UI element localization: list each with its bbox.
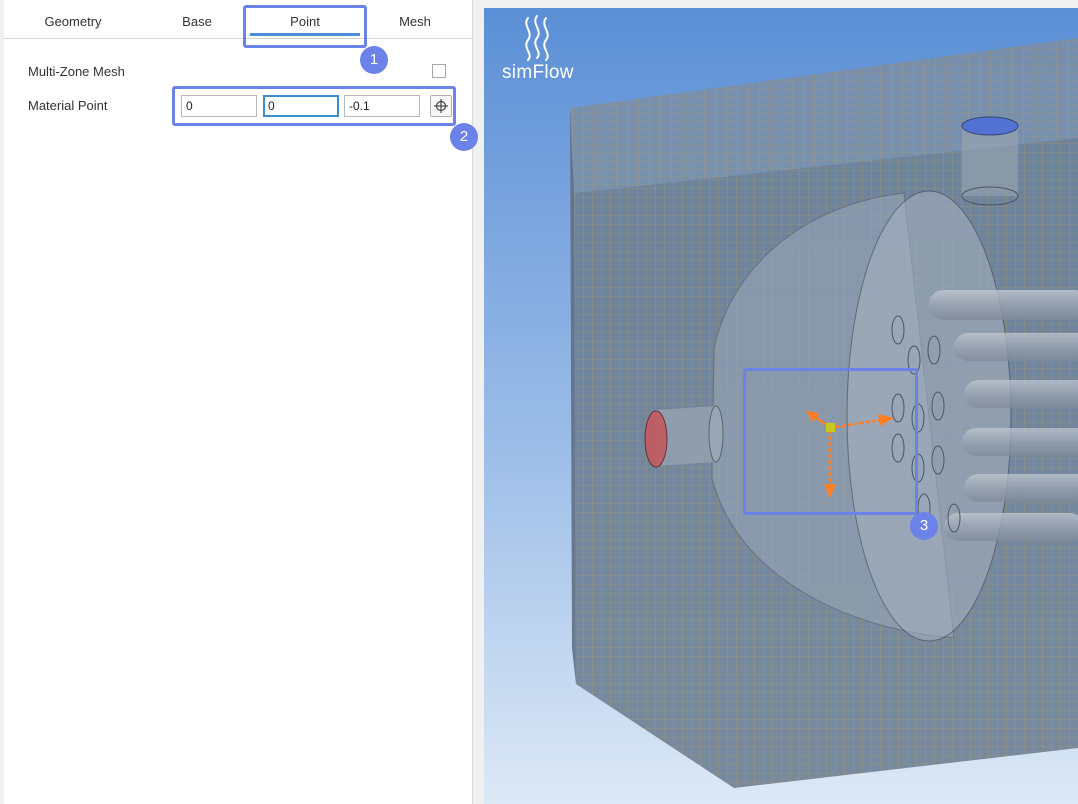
annotation-badge-1: 1 [360,46,388,74]
outlet-patch [961,116,1019,136]
outlet-nozzle [962,126,1018,196]
tab-bar: Geometry Base Point Mesh [4,0,472,39]
highlight-point-tab [243,5,367,48]
material-point-label: Material Point [28,98,108,113]
tab-geometry[interactable]: Geometry [18,12,128,32]
simflow-logo-text: simFlow [502,62,574,83]
annotation-badge-2: 2 [450,123,478,151]
multizone-mesh-checkbox[interactable] [432,64,446,78]
highlight-gizmo [743,368,918,515]
tab-mesh[interactable]: Mesh [360,12,470,32]
inlet-patch [644,410,668,468]
multizone-mesh-label: Multi-Zone Mesh [28,64,125,79]
highlight-material-point [172,86,456,126]
annotation-badge-3: 3 [910,512,938,540]
tab-base[interactable]: Base [142,12,252,32]
